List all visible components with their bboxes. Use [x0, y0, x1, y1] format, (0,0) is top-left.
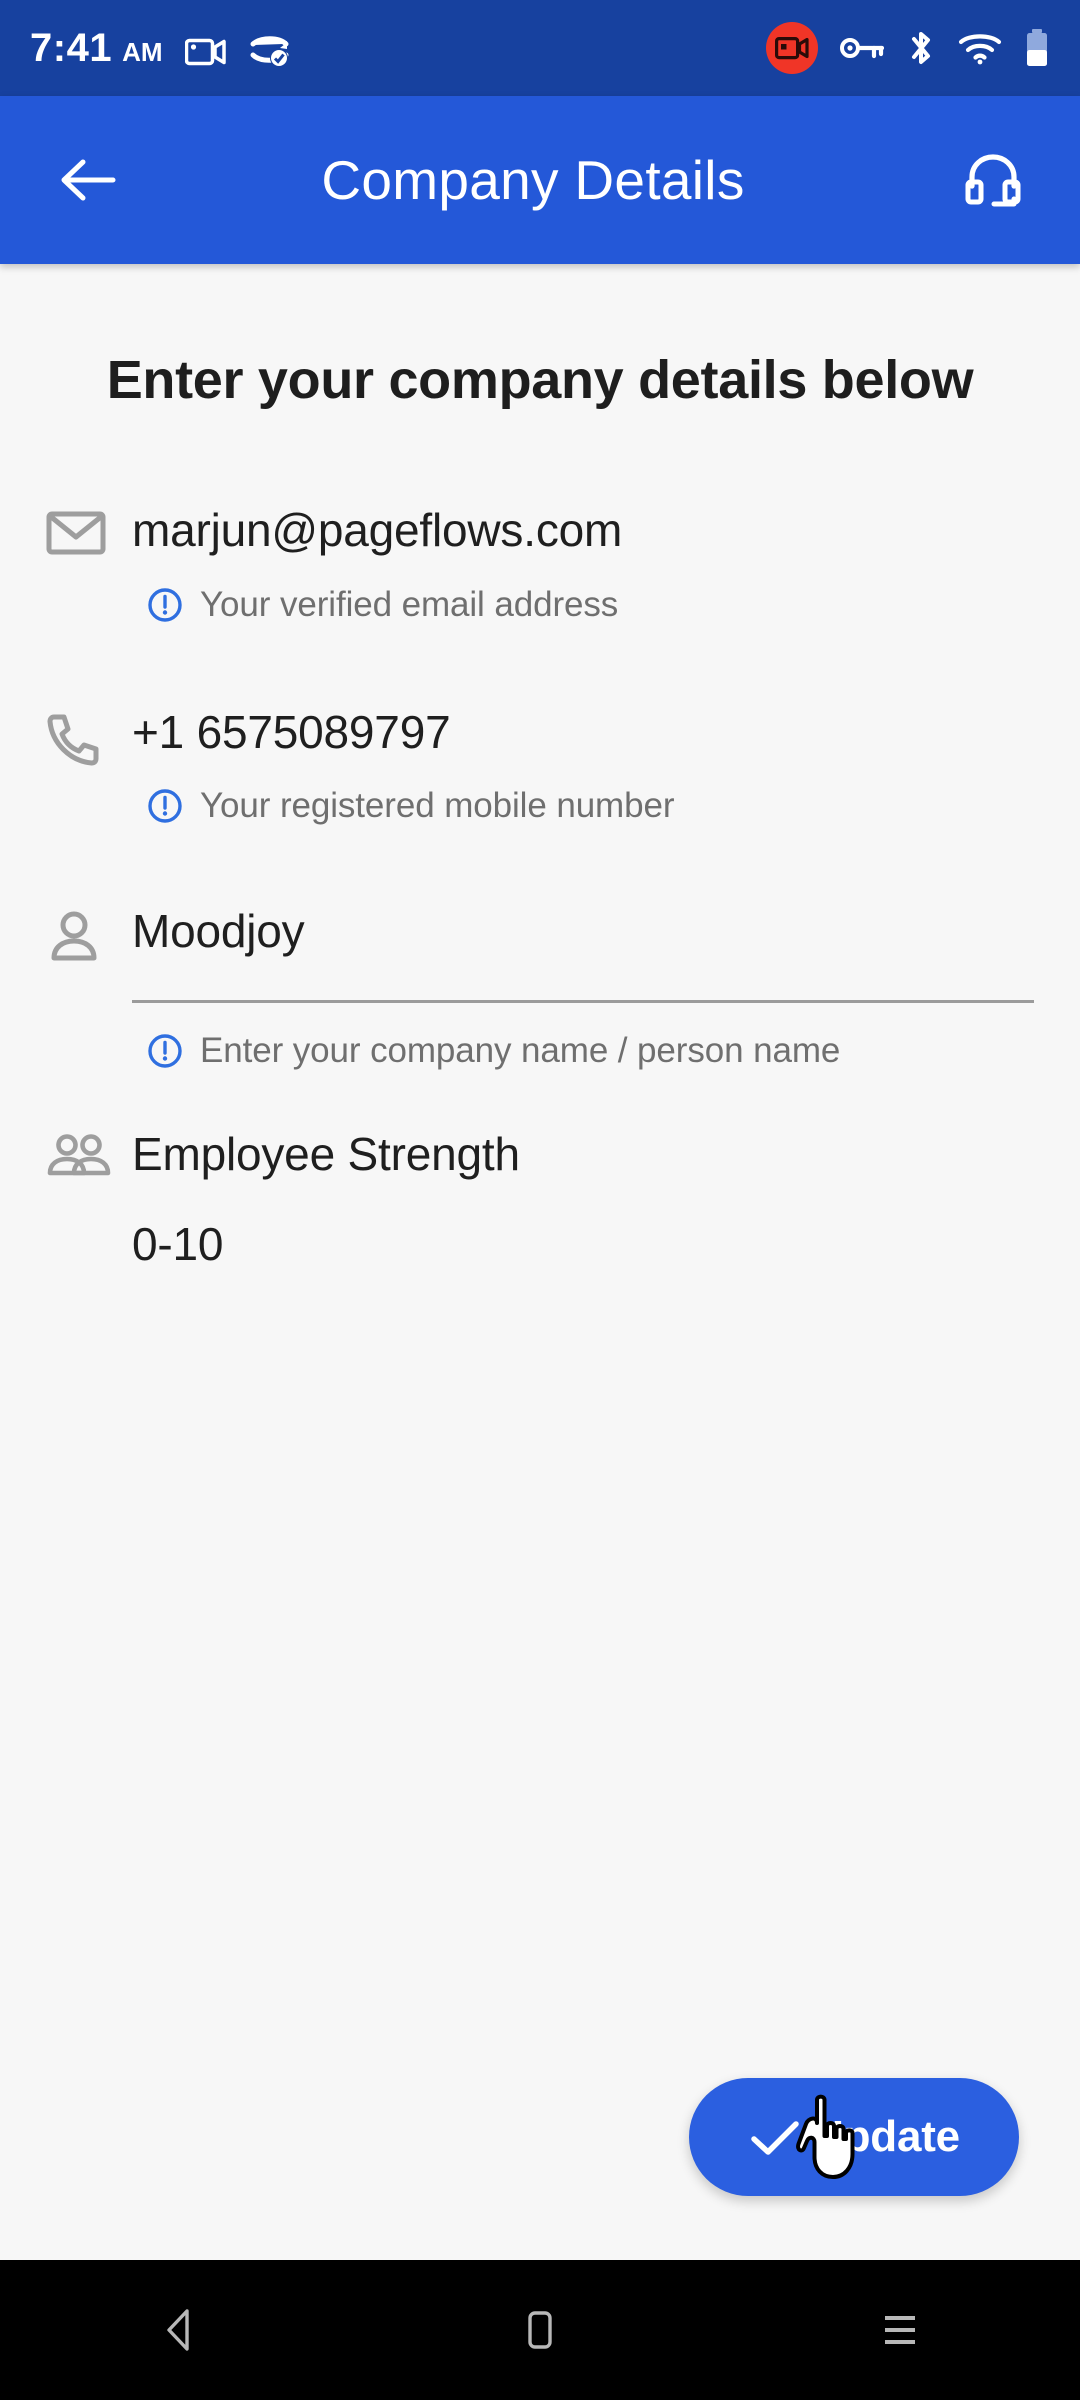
phone-screen: 7:41 AM Company Details Enter your compa… [0, 0, 1080, 2400]
info-exclamation-icon [148, 587, 182, 622]
company-name-hint-text: Enter your company name / person name [200, 1030, 841, 1070]
back-triangle-icon [167, 2309, 189, 2351]
content-area: Enter your company details below marjun@… [0, 264, 1080, 2260]
field-phone: +1 6575089797 Your registered mobile num… [0, 705, 1080, 827]
phone-hint-text: Your registered mobile number [200, 786, 675, 826]
battery-icon [1024, 28, 1050, 68]
android-nav-bar [0, 2260, 1080, 2400]
company-details-form: marjun@pageflows.com Your verified email… [0, 503, 1080, 1271]
support-button[interactable] [956, 143, 1030, 217]
field-email-body: marjun@pageflows.com Your verified email… [132, 503, 1034, 625]
app-bar: Company Details [0, 96, 1080, 264]
vpn-key-icon [840, 35, 884, 61]
headset-icon [965, 154, 1021, 207]
company-name-underline [132, 999, 1034, 1003]
field-employee-strength-body: Employee Strength 0-10 [132, 1127, 1034, 1271]
screen-record-badge-icon [766, 22, 818, 74]
email-value: marjun@pageflows.com [132, 504, 623, 556]
phone-value: +1 6575089797 [132, 705, 451, 758]
check-icon [751, 2121, 799, 2155]
info-exclamation-icon [148, 1033, 182, 1068]
update-button-label: Update [812, 2112, 960, 2161]
person-icon [46, 904, 132, 966]
field-company-name-body: Moodjoy Enter your company name / person… [132, 904, 1034, 1071]
envelope-icon [46, 503, 132, 557]
status-bar-left: 7:41 AM [30, 28, 766, 68]
company-name-input[interactable]: Moodjoy [132, 904, 1034, 958]
field-phone-body: +1 6575089797 Your registered mobile num… [132, 705, 1034, 827]
status-bar-right [766, 22, 1050, 74]
data-saver-icon [249, 32, 291, 68]
info-exclamation-icon [148, 789, 182, 823]
nav-home-button[interactable] [470, 2260, 610, 2400]
wifi-icon [958, 31, 1002, 65]
recents-lines-icon [885, 2316, 915, 2344]
employee-strength-value[interactable]: 0-10 [132, 1217, 1034, 1271]
company-name-hint: Enter your company name / person name [146, 1031, 1034, 1071]
nav-back-button[interactable] [110, 2260, 250, 2400]
field-email: marjun@pageflows.com Your verified email… [0, 503, 1080, 625]
phone-icon [46, 705, 132, 767]
status-bar: 7:41 AM [0, 0, 1080, 96]
home-square-icon [528, 2311, 552, 2349]
nav-recents-button[interactable] [830, 2260, 970, 2400]
email-hint: Your verified email address [146, 585, 1034, 625]
update-button[interactable]: Update [689, 2078, 1019, 2196]
arrow-left-icon [61, 159, 116, 201]
page-heading: Enter your company details below [106, 350, 974, 410]
video-camera-icon [184, 36, 227, 68]
page-title: Company Details [321, 149, 745, 211]
employee-strength-label: Employee Strength [132, 1127, 520, 1180]
people-group-icon [46, 1127, 132, 1181]
status-bar-clock: 7:41 [30, 26, 113, 70]
bluetooth-icon [906, 28, 936, 68]
field-employee-strength[interactable]: Employee Strength 0-10 [0, 1127, 1080, 1271]
email-hint-text: Your verified email address [200, 584, 619, 624]
phone-hint: Your registered mobile number [146, 786, 1034, 826]
status-bar-ampm: AM [122, 37, 163, 67]
field-company-name[interactable]: Moodjoy Enter your company name / person… [0, 904, 1080, 1071]
